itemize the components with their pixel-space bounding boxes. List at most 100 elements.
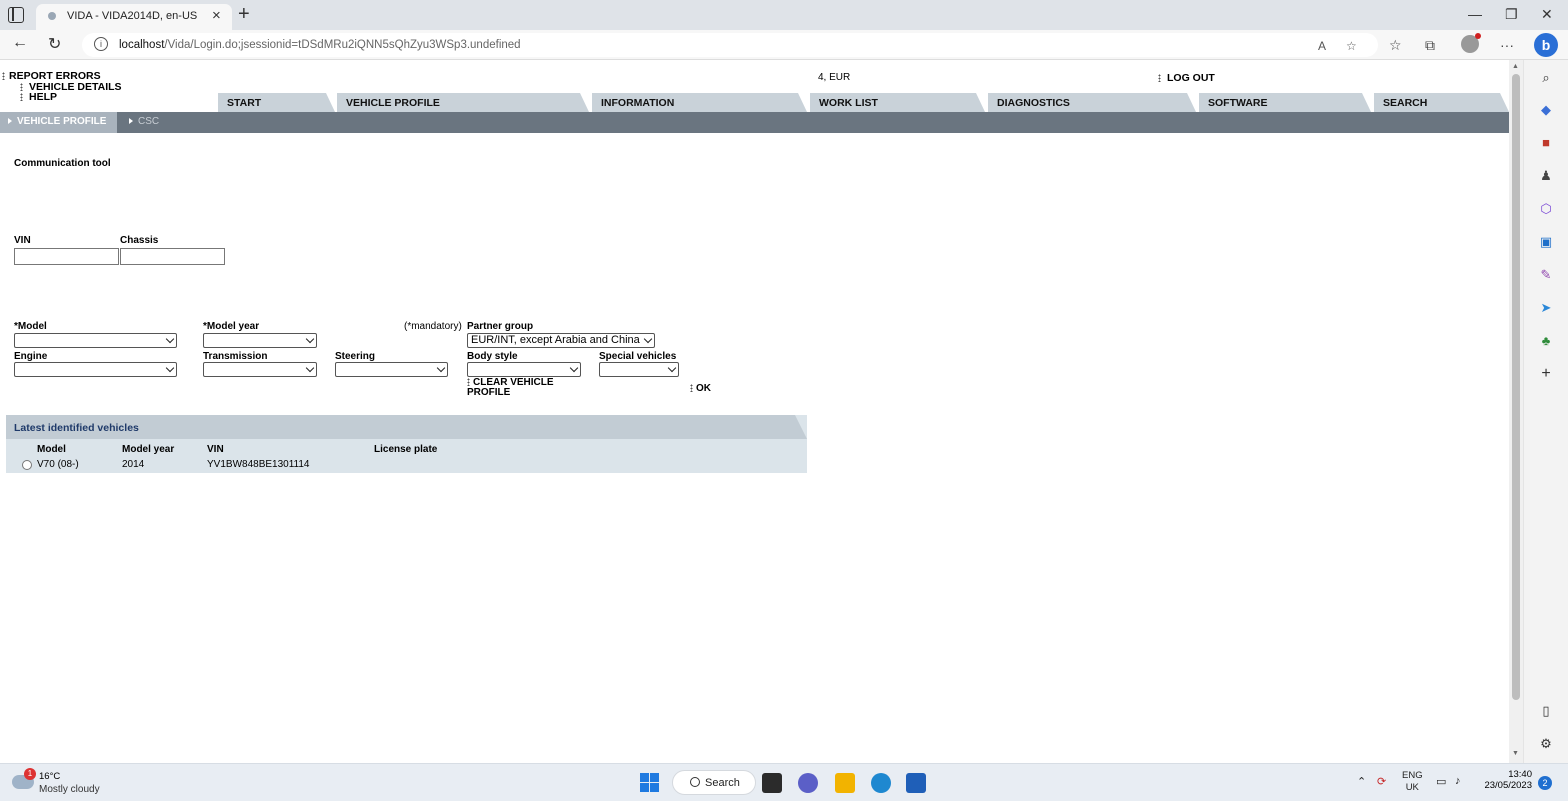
triangle-right-icon (8, 118, 12, 124)
sync-icon[interactable]: ⟳ (1377, 775, 1386, 788)
windows-start-icon[interactable] (640, 773, 659, 792)
partner-group-select[interactable]: EUR/INT, except Arabia and China (467, 333, 655, 348)
clear-vehicle-profile-button[interactable]: CLEAR VEHICLE PROFILE (467, 378, 554, 398)
body-style-select[interactable] (467, 362, 581, 377)
read-aloud-icon[interactable]: A (1318, 39, 1326, 53)
vin-input[interactable] (14, 248, 119, 265)
url-text[interactable]: localhost/Vida/Login.do;jsessionid=tDSdM… (119, 39, 521, 51)
shopping-tag-icon[interactable]: ◆ (1538, 102, 1554, 118)
subtab-csc[interactable]: CSC (121, 112, 181, 133)
help-link[interactable]: HELP (20, 91, 57, 103)
site-favicon-icon (48, 12, 56, 20)
triangle-right-icon (129, 118, 133, 124)
close-tab-icon[interactable]: × (212, 7, 221, 24)
back-icon[interactable]: ← (12, 34, 28, 52)
log-out-link[interactable]: LOG OUT (1158, 72, 1215, 84)
model-year-select[interactable] (203, 333, 317, 348)
partner-group-label: Partner group (467, 321, 534, 332)
sub-nav: VEHICLE PROFILE CSC (0, 112, 1509, 133)
designer-icon[interactable]: ✎ (1538, 267, 1554, 283)
outlook-icon[interactable]: ▣ (1538, 234, 1554, 250)
network-icon[interactable]: ▭ (1436, 775, 1446, 788)
restore-icon[interactable]: ❐ (1505, 6, 1518, 23)
notification-badge[interactable]: 2 (1538, 776, 1552, 790)
favorites-icon[interactable]: ☆ (1389, 37, 1402, 54)
latest-vehicles-panel: Latest identified vehicles Model Model y… (6, 415, 807, 473)
edge-sidebar: ⌕ ◆ ■ ♟ ⬡ ▣ ✎ ➤ ♣ + ▯ ⚙ (1523, 60, 1568, 763)
favorite-add-icon[interactable]: ☆ (1346, 39, 1357, 53)
chevron-up-icon[interactable]: ⌃ (1357, 775, 1366, 788)
tab-work-list[interactable]: WORK LIST (810, 93, 985, 112)
bing-copilot-icon[interactable]: b (1534, 33, 1558, 57)
send-icon[interactable]: ➤ (1538, 300, 1554, 316)
chassis-label: Chassis (120, 235, 159, 246)
special-vehicles-select[interactable] (599, 362, 679, 377)
bullet-icon (690, 384, 693, 393)
collections-icon[interactable]: ⧉ (1425, 37, 1435, 54)
tab-vehicle-profile[interactable]: VEHICLE PROFILE (337, 93, 589, 112)
transmission-select[interactable] (203, 362, 317, 377)
start-logo-pane (640, 773, 649, 782)
system-clock[interactable]: 13:40 23/05/2023 (1480, 769, 1532, 791)
address-bar[interactable]: i localhost/Vida/Login.do;jsessionid=tDS… (82, 33, 1378, 57)
teams-chat-icon[interactable] (798, 773, 818, 793)
minimize-icon[interactable]: — (1468, 6, 1482, 22)
weather-description[interactable]: Mostly cloudy (39, 784, 100, 795)
volume-icon[interactable]: ♪ (1455, 775, 1461, 787)
steering-select[interactable] (335, 362, 448, 377)
task-view-icon[interactable] (762, 773, 782, 793)
profile-avatar[interactable] (1461, 33, 1481, 53)
column-header-model: Model (37, 444, 66, 455)
chevron-down-icon (305, 363, 315, 373)
keyboard-layout: UK (1405, 782, 1419, 793)
tab-information[interactable]: INFORMATION (592, 93, 807, 112)
microsoft365-icon[interactable]: ⬡ (1538, 201, 1554, 217)
language-indicator[interactable]: ENG UK (1402, 770, 1423, 794)
close-window-icon[interactable]: ✕ (1541, 6, 1553, 23)
sidebar-toggle-icon[interactable]: ▯ (1538, 703, 1554, 719)
settings-icon[interactable]: ⚙ (1538, 736, 1554, 752)
site-info-icon[interactable]: i (94, 37, 108, 51)
section-title: Communication tool (14, 158, 111, 169)
page-scrollbar[interactable]: ▲ ▼ (1509, 60, 1523, 763)
column-header-model-year: Model year (122, 444, 175, 455)
weather-temperature[interactable]: 16°C (39, 771, 60, 782)
ok-button[interactable]: OK (690, 384, 711, 394)
tab-start[interactable]: START (218, 93, 335, 112)
scroll-down-icon[interactable]: ▼ (1512, 750, 1519, 757)
scrollbar-thumb[interactable] (1512, 74, 1520, 700)
vehicle-select-radio[interactable] (22, 460, 32, 470)
refresh-icon[interactable]: ↻ (48, 34, 61, 54)
tab-actions-icon[interactable] (8, 7, 24, 23)
vida-page: REPORT ERRORS VEHICLE DETAILS HELP 4, EU… (0, 60, 1509, 763)
tab-title: VIDA - VIDA2014D, en-US (67, 10, 198, 22)
edge-browser-icon[interactable] (871, 773, 891, 793)
games-icon[interactable]: ♟ (1538, 168, 1554, 184)
region-label: 4, EUR (818, 72, 851, 83)
browser-tab[interactable]: VIDA - VIDA2014D, en-US × (36, 4, 232, 30)
bullet-icon (467, 378, 470, 387)
language-code: ENG (1402, 770, 1423, 781)
chassis-input[interactable] (120, 248, 225, 265)
add-icon[interactable]: + (1538, 366, 1554, 382)
engine-select[interactable] (14, 362, 177, 377)
start-logo-pane (650, 783, 659, 792)
search-icon[interactable]: ⌕ (1538, 70, 1554, 86)
model-select[interactable] (14, 333, 177, 348)
tab-software[interactable]: SOFTWARE (1199, 93, 1371, 112)
tab-search[interactable]: SEARCH (1374, 93, 1509, 112)
start-logo-pane (640, 783, 649, 792)
scroll-up-icon[interactable]: ▲ (1512, 63, 1519, 70)
taskbar-search-label: Search (705, 777, 740, 789)
clock-date: 23/05/2023 (1484, 780, 1532, 791)
tree-icon[interactable]: ♣ (1538, 333, 1554, 349)
new-tab-icon[interactable]: + (238, 3, 250, 26)
tools-icon[interactable]: ■ (1538, 135, 1554, 151)
tab-diagnostics[interactable]: DIAGNOSTICS (988, 93, 1196, 112)
subtab-vehicle-profile[interactable]: VEHICLE PROFILE (0, 112, 117, 133)
more-options-icon[interactable]: ··· (1500, 37, 1514, 53)
file-explorer-icon[interactable] (835, 773, 855, 793)
taskbar-search[interactable]: Search (672, 770, 756, 795)
chevron-down-icon (436, 363, 446, 373)
microsoft-store-icon[interactable] (906, 773, 926, 793)
